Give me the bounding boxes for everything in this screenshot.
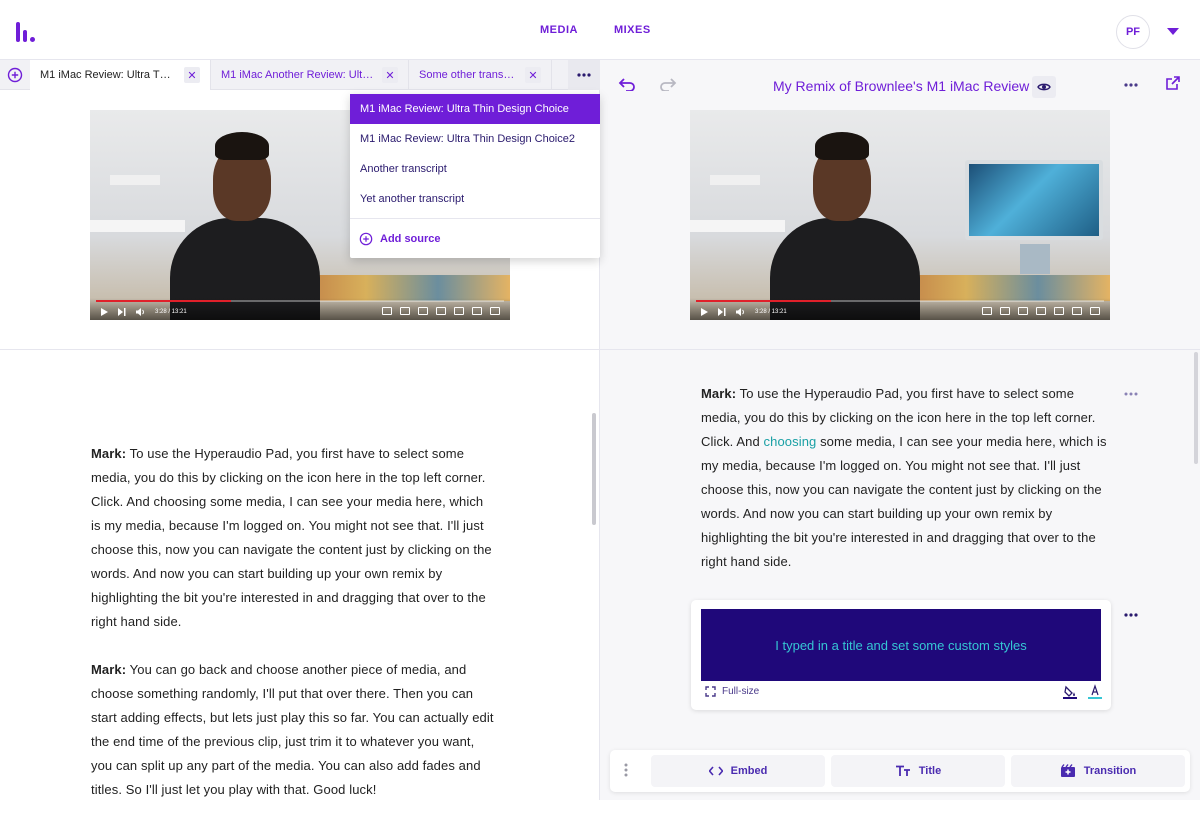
remix-video-player[interactable]: 3:28 / 13:21 <box>690 110 1110 320</box>
undo-icon[interactable] <box>618 77 636 91</box>
speaker-label: Mark: <box>91 662 127 677</box>
transcript-text[interactable]: To use the Hyperaudio Pad, you first hav… <box>91 446 492 629</box>
remix-transcript[interactable]: Mark: To use the Hyperaudio Pad, you fir… <box>701 382 1111 598</box>
scrollbar[interactable] <box>592 413 596 525</box>
tabs-more-button[interactable] <box>568 60 600 90</box>
font-color-icon[interactable] <box>1087 684 1103 700</box>
chevron-down-icon[interactable] <box>1167 28 1179 35</box>
source-dropdown-menu: M1 iMac Review: Ultra Thin Design Choice… <box>350 94 600 258</box>
transcript-paragraph[interactable]: Mark: You can go back and choose another… <box>91 658 496 802</box>
movie-add-icon <box>1060 764 1075 777</box>
redo-icon[interactable] <box>659 77 677 91</box>
video-timecode: 3:28 / 13:21 <box>155 309 187 315</box>
transcript-text[interactable]: some media, I can see your media here, w… <box>701 434 1107 569</box>
remix-pane: My Remix of Brownlee's M1 iMac Review 3:… <box>600 60 1200 800</box>
remix-paragraph[interactable]: Mark: To use the Hyperaudio Pad, you fir… <box>701 382 1111 574</box>
fullscreen-icon <box>705 686 716 697</box>
tab-label: M1 iMac Another Review: Ultra Thin Desig… <box>221 69 374 81</box>
text-size-icon <box>895 765 910 776</box>
dropdown-item[interactable]: M1 iMac Review: Ultra Thin Design Choice… <box>350 124 600 154</box>
dropdown-item[interactable]: Yet another transcript <box>350 184 600 214</box>
speaker-label: Mark: <box>91 446 127 461</box>
embed-label: Embed <box>730 765 768 777</box>
source-tab-bar: M1 iMac Review: Ultra Thin Design Choice… <box>0 60 600 90</box>
play-icon[interactable] <box>700 308 708 316</box>
full-size-label: Full-size <box>722 686 760 697</box>
title-button[interactable]: Title <box>831 755 1005 787</box>
skip-next-icon[interactable] <box>118 308 126 316</box>
add-source-label: Add source <box>380 233 441 245</box>
transcript-text[interactable]: You can go back and choose another piece… <box>91 662 494 797</box>
dropdown-item[interactable]: M1 iMac Review: Ultra Thin Design Choice <box>350 94 600 124</box>
main-nav: MEDIA MIXES <box>540 24 651 36</box>
fill-color-icon[interactable] <box>1062 684 1078 700</box>
scrollbar[interactable] <box>1194 352 1198 464</box>
transcript-paragraph[interactable]: Mark: To use the Hyperaudio Pad, you fir… <box>91 442 496 634</box>
nav-media[interactable]: MEDIA <box>540 24 578 36</box>
add-source-button[interactable]: Add source <box>350 219 600 259</box>
avatar[interactable]: PF <box>1116 15 1150 49</box>
close-icon[interactable]: ✕ <box>184 67 200 83</box>
plus-circle-icon <box>7 67 23 83</box>
transition-button[interactable]: Transition <box>1011 755 1185 787</box>
play-icon[interactable] <box>100 308 108 316</box>
code-icon <box>708 766 723 776</box>
video-timecode: 3:28 / 13:21 <box>755 309 787 315</box>
more-horizontal-icon <box>577 73 591 77</box>
close-icon[interactable]: ✕ <box>525 67 541 83</box>
add-tab-button[interactable] <box>0 60 30 90</box>
source-transcript[interactable]: Mark: To use the Hyperaudio Pad, you fir… <box>91 442 496 826</box>
app-logo[interactable] <box>16 22 38 42</box>
tab-source-2[interactable]: M1 iMac Another Review: Ultra Thin Desig… <box>211 60 409 90</box>
transition-label: Transition <box>1083 765 1137 777</box>
tab-label: Some other transcript <box>419 69 517 81</box>
title-card[interactable]: I typed in a title and set some custom s… <box>691 600 1111 710</box>
video-control-icons[interactable] <box>982 307 1100 315</box>
volume-icon[interactable] <box>736 308 745 316</box>
skip-next-icon[interactable] <box>718 308 726 316</box>
video-control-icons[interactable] <box>382 307 500 315</box>
add-effects-toolbar: Embed Title Transition <box>610 750 1190 792</box>
title-label: Title <box>918 765 942 777</box>
tab-source-3[interactable]: Some other transcript ✕ <box>409 60 552 90</box>
tab-source-1[interactable]: M1 iMac Review: Ultra Thin Design Choice… <box>30 60 211 90</box>
speaker-label: Mark: <box>701 386 737 401</box>
dropdown-item[interactable]: Another transcript <box>350 154 600 184</box>
highlighted-word[interactable]: choosing <box>764 434 817 449</box>
share-icon[interactable] <box>1165 75 1181 91</box>
drag-handle-icon[interactable] <box>624 762 628 778</box>
remix-video-area: 3:28 / 13:21 <box>600 90 1200 350</box>
embed-button[interactable]: Embed <box>651 755 825 787</box>
title-preview[interactable]: I typed in a title and set some custom s… <box>701 609 1101 681</box>
volume-icon[interactable] <box>136 308 145 316</box>
nav-mixes[interactable]: MIXES <box>614 24 651 36</box>
paragraph-more-icon[interactable] <box>1124 390 1138 398</box>
plus-circle-icon <box>359 232 373 246</box>
full-size-toggle[interactable]: Full-size <box>705 686 759 697</box>
top-bar: MEDIA MIXES PF <box>0 0 1200 60</box>
close-icon[interactable]: ✕ <box>382 67 398 83</box>
tab-label: M1 iMac Review: Ultra Thin Design Choice <box>40 69 176 81</box>
title-more-icon[interactable] <box>1124 611 1138 619</box>
